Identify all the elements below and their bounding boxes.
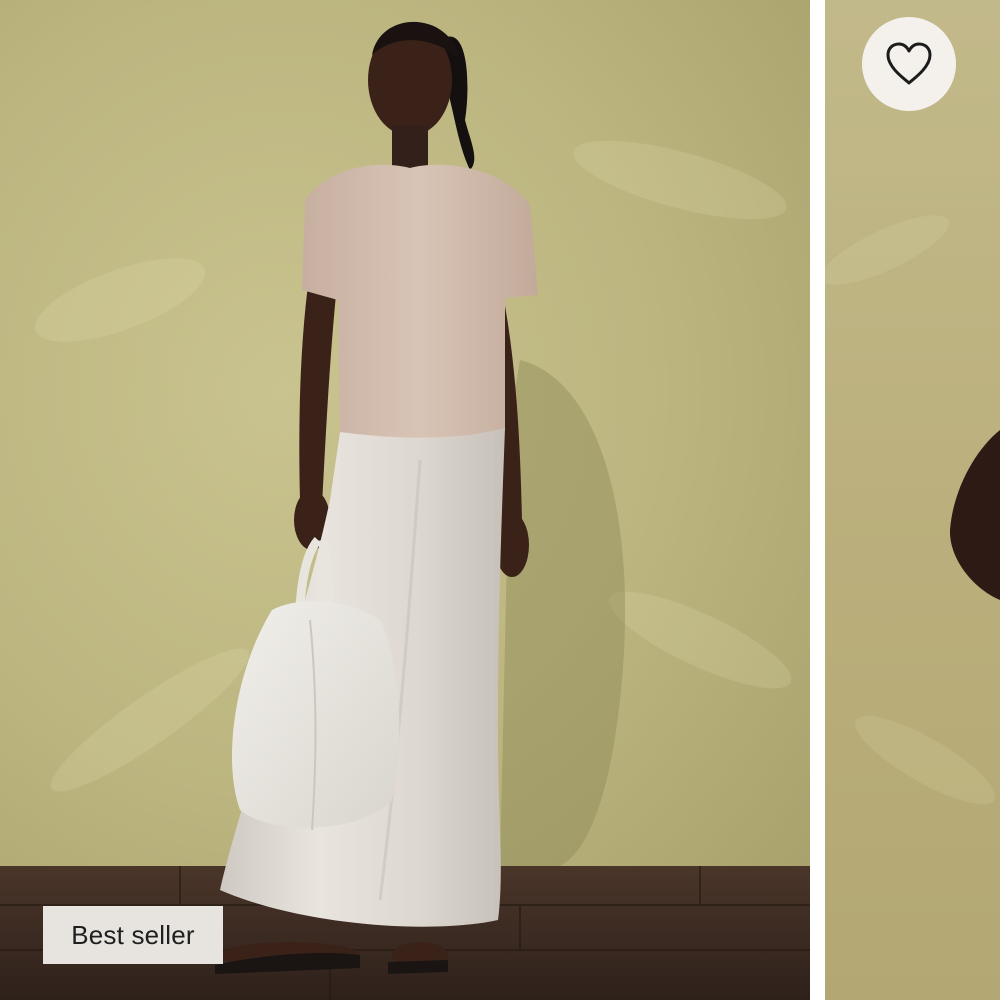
product-photo-main-image: [0, 0, 810, 1000]
heart-outline-icon: [886, 42, 932, 85]
product-photo-next[interactable]: [825, 0, 1000, 1000]
product-photo-next-image: [825, 0, 1000, 1000]
favorite-button[interactable]: [862, 17, 956, 111]
best-seller-badge: Best seller: [43, 906, 223, 964]
product-image-carousel[interactable]: [0, 0, 1000, 1000]
product-photo-main[interactable]: [0, 0, 810, 1000]
